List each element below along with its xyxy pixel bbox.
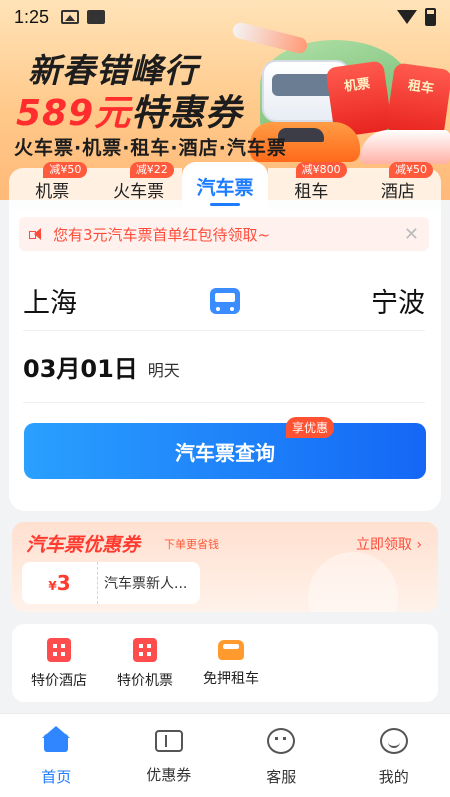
tab-train[interactable]: 火车票 减¥22 — [95, 162, 182, 210]
tab-label: 汽车票 — [196, 176, 254, 199]
nav-home[interactable]: 首页 — [0, 714, 113, 797]
decorative-circle — [308, 552, 398, 612]
car-icon — [218, 640, 244, 660]
tab-label: 租车 — [294, 181, 329, 202]
transport-tabs: 机票 减¥50 火车票 减¥22 汽车票 租车 减¥800 酒店 减¥50 — [9, 162, 442, 210]
currency-symbol: ¥ — [48, 579, 57, 593]
status-bar: 1:25 — [0, 0, 450, 34]
chevron-right-icon: › — [416, 537, 422, 553]
date-relative-label: 明天 — [147, 360, 180, 380]
route-selector: 上海 宁波 — [23, 271, 425, 331]
date-selector[interactable]: 03月01日 明天 — [23, 331, 425, 403]
promo-ticket-label: 特惠券 — [131, 93, 243, 134]
booking-card: 您有3元汽车票首单红包待领取~ ✕ 上海 宁波 03月01日 明天 汽车票查询 … — [9, 209, 441, 511]
arrival-city[interactable]: 宁波 — [371, 281, 425, 320]
train-illustration — [360, 130, 450, 164]
coupon-title: 汽车票优惠券 — [26, 534, 141, 556]
promo-subtitle: 589元特惠券 — [16, 84, 242, 136]
coupon-icon — [154, 730, 183, 752]
battery-icon — [425, 8, 436, 26]
customer-service-icon — [267, 728, 296, 754]
tab-discount-badge: 减¥50 — [389, 162, 434, 178]
red-packet-notice[interactable]: 您有3元汽车票首单红包待领取~ ✕ — [19, 217, 429, 251]
tab-flight[interactable]: 机票 减¥50 — [9, 162, 96, 210]
nav-profile[interactable]: 我的 — [338, 714, 450, 797]
claim-label: 立即领取 — [355, 537, 412, 553]
speaker-icon — [29, 227, 45, 241]
coupon-card: 汽车票优惠券 下单更省钱 立即领取 › ¥3 汽车票新人... — [12, 522, 438, 612]
promo-price: 589元 — [16, 93, 132, 134]
tab-discount-badge: 减¥800 — [295, 162, 347, 178]
tab-label: 火车票 — [113, 181, 165, 202]
profile-icon — [379, 728, 408, 754]
service-shortcuts: 特价酒店 特价机票 免押租车 — [12, 624, 438, 702]
tab-label: 机票 — [35, 181, 70, 202]
hotel-icon — [47, 638, 71, 662]
departure-date: 03月01日 — [23, 355, 138, 383]
nav-customer-service[interactable]: 客服 — [225, 714, 338, 797]
service-label: 免押租车 — [203, 671, 259, 687]
red-envelope-car-rental: 租车 — [385, 62, 450, 140]
tab-bus[interactable]: 汽车票 — [181, 162, 269, 210]
notice-text: 您有3元汽车票首单红包待领取~ — [53, 225, 271, 244]
nav-label: 优惠券 — [146, 766, 192, 784]
departure-city[interactable]: 上海 — [23, 281, 77, 320]
home-icon — [42, 726, 71, 754]
tab-car-rental[interactable]: 租车 减¥800 — [268, 162, 355, 210]
coupon-amount: ¥3 — [22, 562, 98, 604]
gallery-notification-icon — [61, 10, 80, 24]
status-time: 1:25 — [14, 6, 50, 27]
search-button-label: 汽车票查询 — [175, 440, 275, 465]
flight-icon — [133, 638, 157, 662]
bottom-navigation: 首页 优惠券 客服 我的 — [0, 713, 450, 797]
coupon-item[interactable]: ¥3 汽车票新人... — [22, 562, 200, 604]
nav-label: 首页 — [41, 768, 72, 786]
nav-label: 客服 — [266, 768, 297, 786]
nav-label: 我的 — [378, 768, 409, 786]
nav-coupons[interactable]: 优惠券 — [113, 714, 226, 797]
coupon-name: 汽车票新人... — [104, 576, 188, 592]
service-label: 特价机票 — [117, 673, 173, 689]
claim-coupon-link[interactable]: 立即领取 › — [356, 534, 422, 554]
tab-label: 酒店 — [380, 181, 415, 202]
coupon-value: 3 — [56, 571, 71, 595]
close-icon[interactable]: ✕ — [404, 224, 419, 245]
service-hotel[interactable]: 特价酒店 — [16, 624, 102, 702]
tab-discount-badge: 减¥22 — [129, 162, 174, 178]
coupon-slogan: 下单更省钱 — [164, 538, 219, 551]
bus-swap-icon[interactable] — [210, 288, 240, 314]
service-flight[interactable]: 特价机票 — [102, 624, 188, 702]
promo-products: 火车票·机票·租车·酒店·汽车票 — [14, 137, 287, 159]
service-car-rental[interactable]: 免押租车 — [188, 624, 274, 702]
bus-ticket-search-button[interactable]: 汽车票查询 享优惠 — [24, 417, 426, 479]
wifi-icon — [397, 10, 417, 24]
search-discount-badge: 享优惠 — [286, 417, 335, 438]
tab-hotel[interactable]: 酒店 减¥50 — [354, 162, 442, 210]
tab-discount-badge: 减¥50 — [43, 162, 88, 178]
app-notification-icon — [87, 10, 106, 24]
service-label: 特价酒店 — [31, 673, 87, 689]
